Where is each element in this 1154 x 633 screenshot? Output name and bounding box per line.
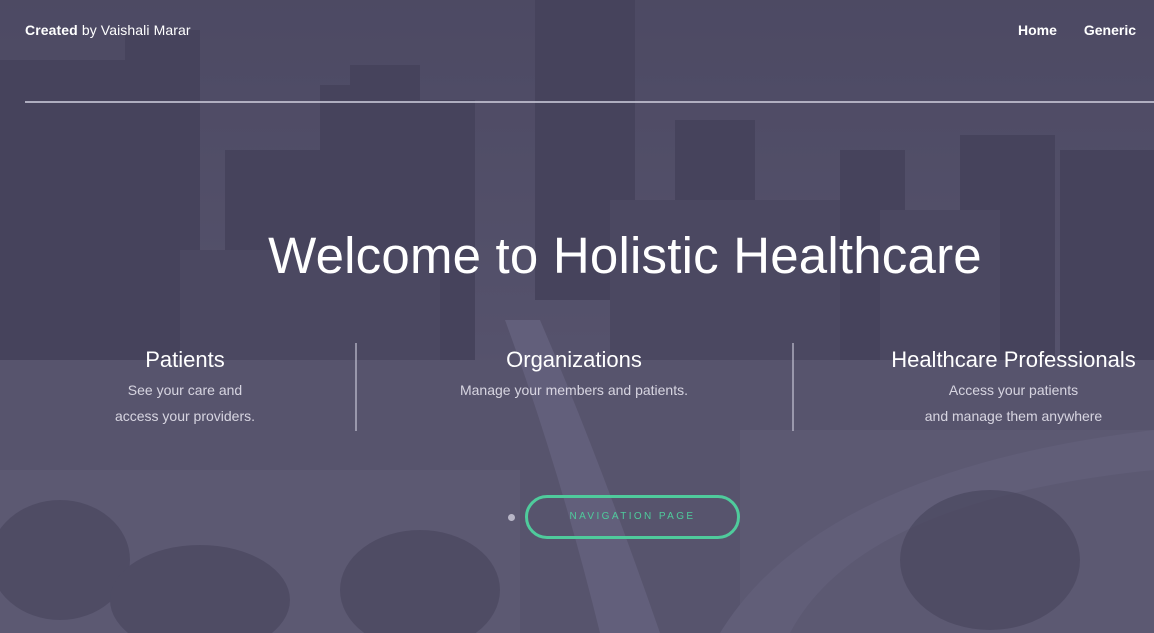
feature-healthcare-professionals: Healthcare Professionals Access your pat… (876, 343, 1151, 429)
brand-strong: Created (25, 22, 78, 38)
feature-title: Healthcare Professionals (891, 347, 1136, 372)
feature-organizations: Organizations Manage your members and pa… (400, 343, 748, 403)
feature-title: Patients (145, 347, 225, 372)
hero-section: Created by Vaishali Marar Home Generic W… (0, 0, 1154, 633)
nav-home-link[interactable]: Home (1018, 22, 1057, 38)
feature-list: Patients See your care and access your p… (0, 343, 1154, 433)
feature-divider (355, 343, 357, 431)
feature-divider (792, 343, 794, 431)
nav-generic-link[interactable]: Generic (1084, 22, 1136, 38)
header-divider (25, 101, 1154, 103)
brand-credit: Created by Vaishali Marar (25, 22, 191, 38)
feature-title: Organizations (506, 347, 642, 372)
feature-description-line: See your care and (127, 382, 243, 398)
brand-author: by Vaishali Marar (77, 22, 191, 38)
feature-patients: Patients See your care and access your p… (70, 343, 300, 429)
site-header: Created by Vaishali Marar Home Generic (0, 0, 1154, 103)
bullet-dot (508, 514, 515, 521)
feature-description-line: Access your patients (948, 382, 1079, 398)
page-title: Welcome to Holistic Healthcare (268, 227, 982, 284)
feature-description-line: and manage them anywhere (924, 408, 1103, 424)
feature-description-line: access your providers. (114, 408, 256, 424)
navigation-page-button[interactable]: NAVIGATION PAGE (525, 495, 740, 539)
main-nav: Home Generic (1018, 22, 1136, 38)
feature-description-line: Manage your members and patients. (459, 382, 688, 398)
